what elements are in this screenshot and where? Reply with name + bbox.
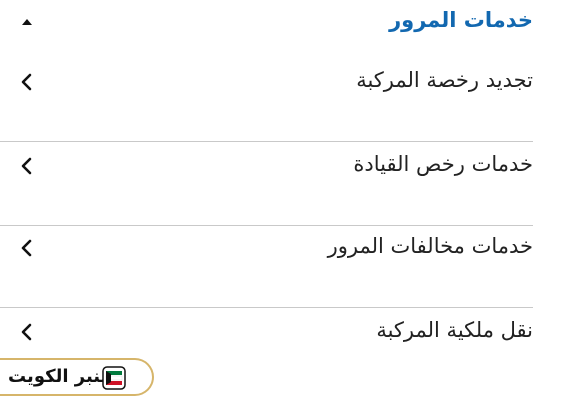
chevron-left-icon: [21, 73, 32, 91]
watermark-badge: منبر الكويت: [0, 358, 154, 396]
chevron-left-icon: [21, 157, 32, 175]
menu-item-label: خدمات مخالفات المرور: [327, 234, 533, 258]
caret-up-icon[interactable]: [20, 17, 34, 27]
menu-item-traffic-violations-services[interactable]: خدمات مخالفات المرور: [0, 224, 577, 308]
menu-item-vehicle-license-renewal[interactable]: تجديد رخصة المركبة: [0, 58, 577, 142]
menu-item-label: خدمات رخص القيادة: [353, 152, 533, 176]
menu-item-driving-license-services[interactable]: خدمات رخص القيادة: [0, 142, 577, 226]
menu-item-label: نقل ملكية المركبة: [376, 318, 533, 342]
watermark-text: منبر الكويت: [8, 366, 112, 387]
chevron-left-icon: [21, 239, 32, 257]
kuwait-flag-logo-icon: [102, 366, 126, 390]
chevron-left-icon: [21, 323, 32, 341]
section-header-traffic-services[interactable]: خدمات المرور: [0, 0, 577, 48]
section-title: خدمات المرور: [389, 8, 533, 32]
menu-item-label: تجديد رخصة المركبة: [356, 68, 533, 92]
